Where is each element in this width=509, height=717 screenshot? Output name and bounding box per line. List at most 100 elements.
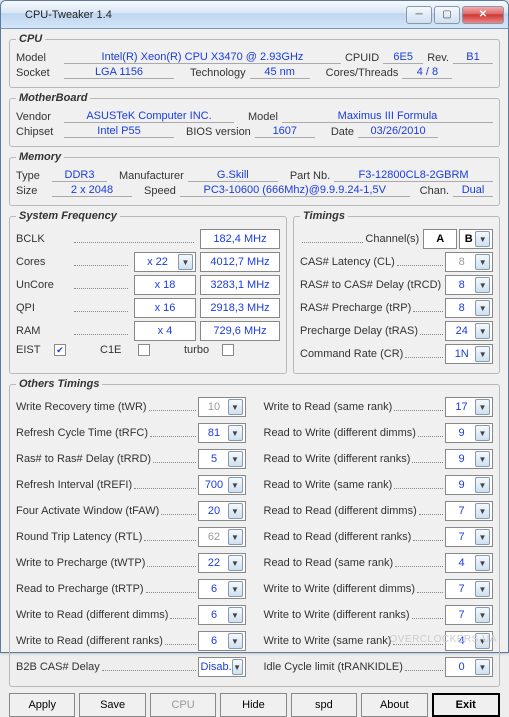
close-button[interactable]: ✕ xyxy=(462,6,504,24)
timing-select[interactable]: 6▼ xyxy=(198,605,246,625)
mem-size: 2 x 2048 xyxy=(52,184,132,197)
timing-select[interactable]: 20▼ xyxy=(198,501,246,521)
timing-select[interactable]: 700▼ xyxy=(198,475,246,495)
mb-legend: MotherBoard xyxy=(16,92,90,104)
timing-label: Command Rate (CR) xyxy=(300,348,403,360)
label: Chan. xyxy=(420,185,449,197)
watermark: OVERCLOCKERS.UA xyxy=(389,634,497,645)
cpu-model: Intel(R) Xeon(R) CPU X3470 @ 2.93GHz xyxy=(64,51,341,64)
cpu-legend: CPU xyxy=(16,33,45,45)
timing-label: Four Activate Window (tFAW) xyxy=(16,505,159,517)
timing-select[interactable]: 81▼ xyxy=(198,423,246,443)
timing-select[interactable]: 7▼ xyxy=(445,527,493,547)
chevron-down-icon: ▼ xyxy=(178,254,193,270)
label: Technology xyxy=(190,67,246,79)
timing-select[interactable]: 62▼ xyxy=(198,527,246,547)
timing-select[interactable]: 5▼ xyxy=(198,449,246,469)
chevron-down-icon: ▼ xyxy=(475,323,490,339)
minimize-button[interactable]: ─ xyxy=(406,6,432,24)
apply-button[interactable]: Apply xyxy=(9,693,75,717)
chevron-down-icon: ▼ xyxy=(228,581,243,597)
label: Manufacturer xyxy=(119,170,184,182)
titlebar[interactable]: CPU-Tweaker 1.4 ─ ▢ ✕ xyxy=(1,1,508,29)
hide-button[interactable]: Hide xyxy=(220,693,286,717)
timing-label: Precharge Delay (tRAS) xyxy=(300,325,418,337)
c1e-checkbox[interactable] xyxy=(138,344,150,356)
timing-label: Read to Read (different ranks) xyxy=(264,531,412,543)
timing-select[interactable]: 0▼ xyxy=(445,657,493,677)
label: Vendor xyxy=(16,111,60,123)
chevron-down-icon: ▼ xyxy=(475,555,490,571)
chevron-down-icon: ▼ xyxy=(475,346,490,362)
timing-select[interactable]: 9▼ xyxy=(445,475,493,495)
timing-select[interactable]: 7▼ xyxy=(445,605,493,625)
timing-label: Write Recovery time (tWR) xyxy=(16,401,147,413)
timing-select[interactable]: 7▼ xyxy=(445,501,493,521)
window-title: CPU-Tweaker 1.4 xyxy=(5,9,404,21)
chevron-down-icon: ▼ xyxy=(228,425,243,441)
spd-button[interactable]: spd xyxy=(291,693,357,717)
exit-button[interactable]: Exit xyxy=(432,693,500,717)
sysfreq-group: System Frequency BCLK 182,4 MHz Cores x … xyxy=(9,210,287,374)
timing-select[interactable]: 17▼ xyxy=(445,397,493,417)
channel-a-select[interactable]: A xyxy=(423,229,457,249)
uncore-value: 3283,1 MHz xyxy=(200,275,280,295)
timing-select[interactable]: 22▼ xyxy=(198,553,246,573)
timing-select[interactable]: Disab.▼ xyxy=(198,657,246,677)
chevron-down-icon: ▼ xyxy=(228,555,243,571)
chevron-down-icon: ▼ xyxy=(228,399,243,415)
timing-select[interactable]: 6▼ xyxy=(198,579,246,599)
timing-label: Read to Read (different dimms) xyxy=(264,505,417,517)
qpi-mult: x 16 xyxy=(134,298,196,318)
timing-select[interactable]: 7▼ xyxy=(445,579,493,599)
cores-mult-select[interactable]: x 22▼ xyxy=(134,252,196,272)
label: Rev. xyxy=(427,52,449,64)
timing-select[interactable]: 8▼ xyxy=(445,275,493,295)
chevron-down-icon: ▼ xyxy=(475,277,490,293)
ot-legend: Others Timings xyxy=(16,378,102,390)
label: Cores/Threads xyxy=(326,67,399,79)
timing-select[interactable]: 8▼ xyxy=(445,252,493,272)
label: Size xyxy=(16,185,48,197)
chevron-down-icon: ▼ xyxy=(228,451,243,467)
timing-select[interactable]: 4▼ xyxy=(445,553,493,573)
timing-select[interactable]: 6▼ xyxy=(198,631,246,651)
uncore-mult: x 18 xyxy=(134,275,196,295)
timing-select[interactable]: 24▼ xyxy=(445,321,493,341)
channel-b-select[interactable]: B▼ xyxy=(459,229,493,249)
mb-vendor: ASUSTeK Computer INC. xyxy=(64,110,234,123)
label: turbo xyxy=(184,344,218,356)
chevron-down-icon: ▼ xyxy=(228,477,243,493)
bclk-value: 182,4 MHz xyxy=(200,229,280,249)
timing-select[interactable]: 9▼ xyxy=(445,423,493,443)
chevron-down-icon: ▼ xyxy=(475,231,490,247)
timing-label: CAS# Latency (CL) xyxy=(300,256,395,268)
cpu-group: CPU Model Intel(R) Xeon(R) CPU X3470 @ 2… xyxy=(9,33,500,88)
app-window: CPU-Tweaker 1.4 ─ ▢ ✕ CPU Model Intel(R)… xyxy=(0,0,509,653)
about-button[interactable]: About xyxy=(361,693,427,717)
timing-label: Write to Write (different dimms) xyxy=(264,583,416,595)
timing-select[interactable]: 8▼ xyxy=(445,298,493,318)
maximize-button[interactable]: ▢ xyxy=(434,6,460,24)
timing-label: B2B CAS# Delay xyxy=(16,661,100,673)
timing-label: Write to Read (same rank) xyxy=(264,401,393,413)
timing-select[interactable]: 1N▼ xyxy=(445,344,493,364)
memory-group: Memory Type DDR3 Manufacturer G.Skill Pa… xyxy=(9,151,500,206)
timing-select[interactable]: 10▼ xyxy=(198,397,246,417)
label: Model xyxy=(248,111,278,123)
chevron-down-icon: ▼ xyxy=(475,581,490,597)
cpu-tech: 45 nm xyxy=(250,66,310,79)
turbo-checkbox[interactable] xyxy=(222,344,234,356)
save-button[interactable]: Save xyxy=(79,693,145,717)
timing-label: RAS# Precharge (tRP) xyxy=(300,302,411,314)
mem-speed: PC3-10600 (666Mhz)@9.9.9.24-1,5V xyxy=(180,184,410,197)
timing-label: Refresh Interval (tREFI) xyxy=(16,479,132,491)
timing-label: Write to Precharge (tWTP) xyxy=(16,557,145,569)
label: CPUID xyxy=(345,52,379,64)
label: Date xyxy=(331,126,354,138)
cpu-button[interactable]: CPU xyxy=(150,693,216,717)
ram-value: 729,6 MHz xyxy=(200,321,280,341)
timing-select[interactable]: 9▼ xyxy=(445,449,493,469)
chevron-down-icon: ▼ xyxy=(228,633,243,649)
eist-checkbox[interactable]: ✔ xyxy=(54,344,66,356)
